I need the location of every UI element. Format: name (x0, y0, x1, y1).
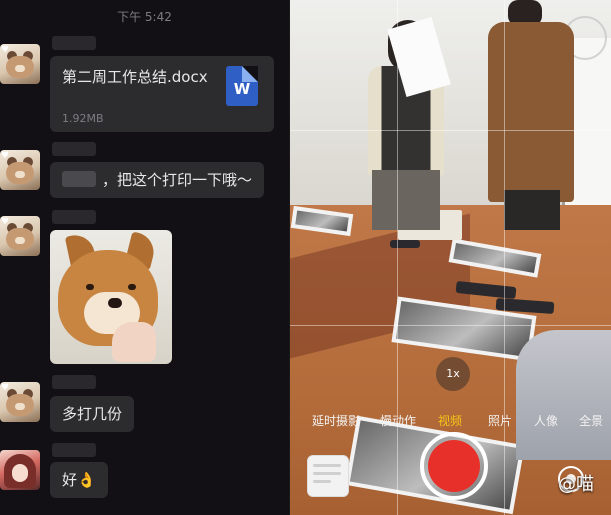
mode-video[interactable]: 视频 (438, 412, 462, 429)
sender-name-redacted (52, 210, 96, 224)
last-capture-thumbnail[interactable] (307, 455, 349, 497)
person-seated (516, 330, 611, 460)
grid-line (290, 130, 611, 131)
sender-name-redacted (52, 142, 96, 156)
phone-on-table (390, 240, 420, 248)
chat-panel: 下午 5:42 ♥ 第二周工作总结.docx 1.92MB W ♥ ，把这个打印… (0, 0, 289, 515)
sender-avatar[interactable]: ♥ (0, 382, 40, 422)
text-message-bubble[interactable]: ，把这个打印一下哦～ (50, 162, 265, 198)
mode-portrait[interactable]: 人像 (534, 412, 558, 429)
file-message-bubble[interactable]: 第二周工作总结.docx 1.92MB W (50, 56, 274, 132)
mode-photo[interactable]: 照片 (488, 412, 512, 429)
text-message-bubble[interactable]: 多打几份 (50, 396, 135, 432)
chat-timestamp: 下午 5:42 (117, 10, 172, 24)
message-text: 多打几份 (62, 405, 123, 423)
sender-avatar[interactable]: ♥ (0, 44, 40, 84)
mode-timelapse[interactable]: 延时摄影 (312, 412, 360, 429)
mode-slow-motion[interactable]: 慢动作 (380, 412, 416, 429)
file-name: 第二周工作总结.docx (62, 68, 208, 86)
file-size: 1.92MB (62, 112, 104, 125)
camera-viewfinder[interactable]: 1x 延时摄影 慢动作 视频 照片 人像 全景 @喵 (290, 0, 611, 515)
person-standing (470, 0, 580, 230)
sender-name-redacted (52, 375, 96, 389)
zoom-button[interactable]: 1x (436, 357, 470, 391)
grid-line (504, 0, 505, 515)
grid-line (397, 0, 398, 515)
message-text: 好👌 (62, 471, 96, 489)
mention-redacted (62, 171, 96, 187)
record-button[interactable] (428, 440, 480, 492)
sender-avatar[interactable]: ♥ (0, 150, 40, 190)
watermark-text: @喵 (558, 474, 594, 495)
grid-line (290, 325, 611, 326)
camera-mode-selector[interactable]: 延时摄影 慢动作 视频 照片 人像 全景 (290, 412, 611, 434)
shiba-dog-sticker[interactable] (50, 230, 172, 364)
sender-name-redacted (52, 36, 96, 50)
user-avatar[interactable] (0, 450, 40, 490)
sender-avatar[interactable]: ♥ (0, 216, 40, 256)
mode-panorama[interactable]: 全景 (579, 412, 603, 429)
sender-name-redacted (52, 443, 96, 457)
message-text: ，把这个打印一下哦～ (102, 171, 253, 189)
word-file-icon: W (226, 66, 258, 106)
reply-message-bubble[interactable]: 好👌 (50, 462, 108, 498)
